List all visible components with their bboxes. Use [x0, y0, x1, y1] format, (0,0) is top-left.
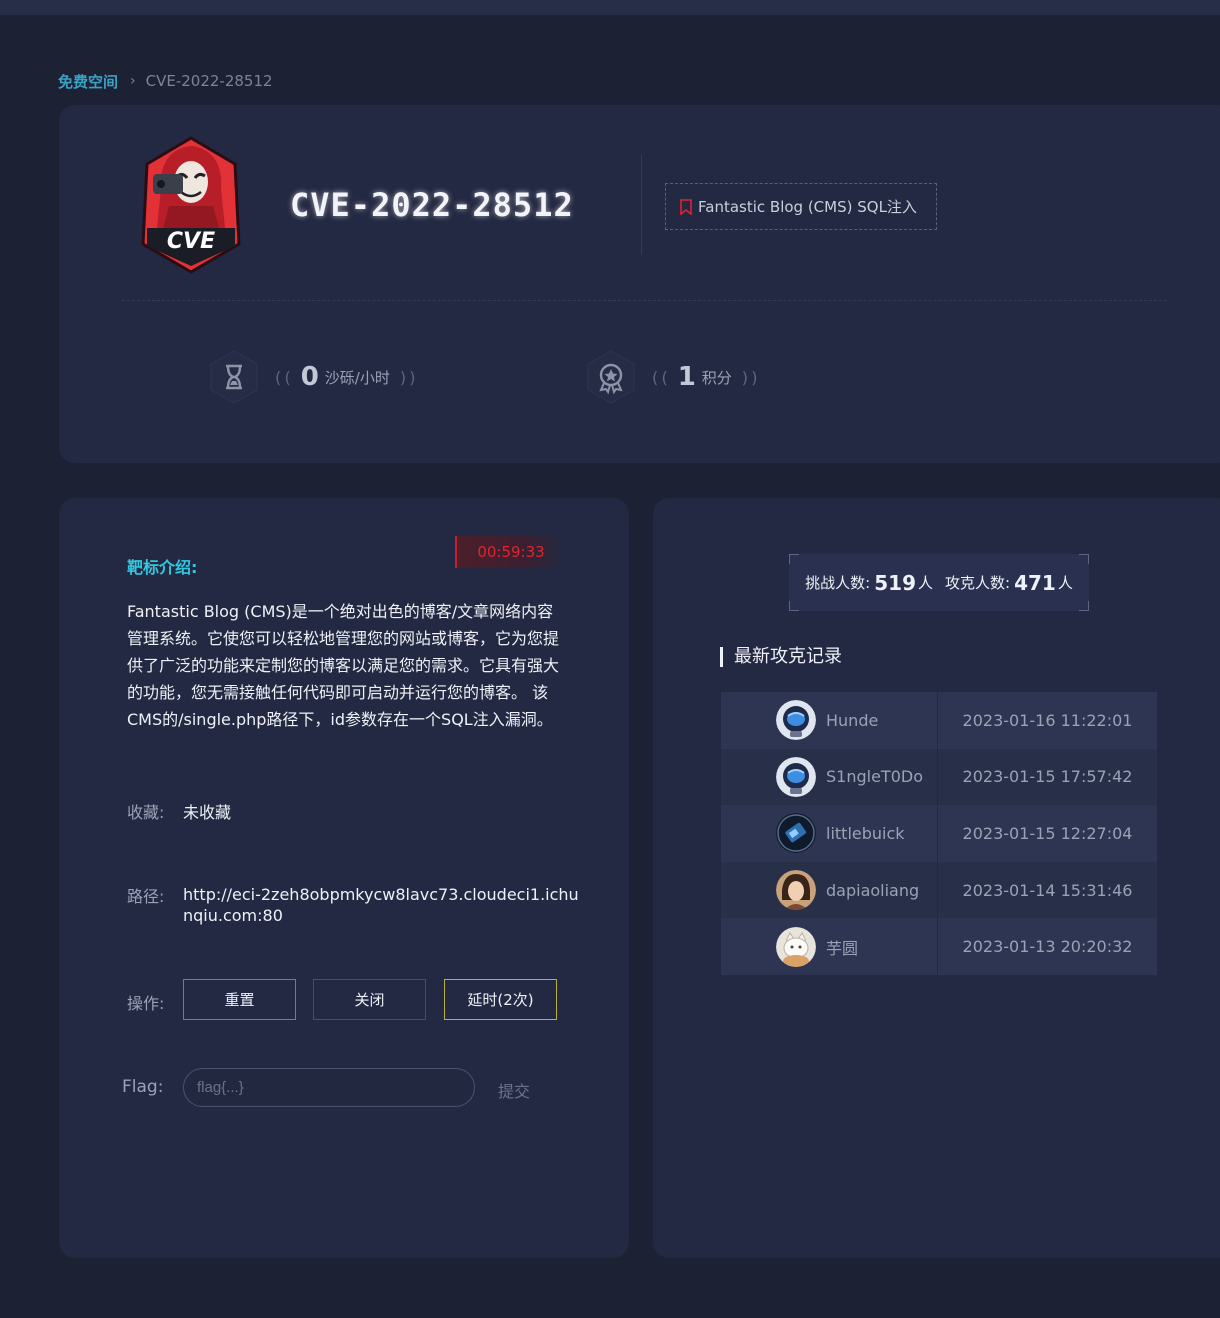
- astronaut-avatar: [776, 700, 816, 741]
- top-bar: [0, 0, 1220, 15]
- record-username[interactable]: S1ngleT0Do: [826, 767, 923, 786]
- medal-icon: [584, 350, 638, 404]
- path-label: 路径:: [127, 887, 165, 906]
- record-username[interactable]: littlebuick: [826, 824, 905, 843]
- records-table: Hunde 2023-01-16 11:22:01 S1ngleT0Do 202…: [721, 692, 1157, 975]
- favorite-label: 收藏:: [127, 803, 165, 822]
- challengers-unit: 人: [917, 574, 933, 592]
- svg-text:CVE: CVE: [167, 229, 215, 254]
- intro-text: Fantastic Blog (CMS)是一个绝对出色的博客/文章网络内容管理系…: [127, 602, 560, 729]
- hourglass-icon: [207, 350, 261, 404]
- challengers-label: 挑战人数:: [805, 574, 871, 592]
- cve-logo: CVE: [139, 136, 243, 274]
- table-row: Hunde 2023-01-16 11:22:01: [721, 692, 1157, 749]
- points-value: 1: [677, 362, 696, 392]
- table-row: littlebuick 2023-01-15 12:27:04: [721, 805, 1157, 862]
- header-divider: [641, 155, 642, 255]
- challenge-title: CVE-2022-28512: [290, 186, 574, 224]
- record-time: 2023-01-15 17:57:42: [962, 767, 1133, 787]
- points-unit: 积分: [701, 368, 732, 387]
- solvers-unit: 人: [1057, 574, 1073, 592]
- vulnerability-tag[interactable]: Fantastic Blog (CMS) SQL注入: [665, 183, 937, 230]
- favorite-toggle[interactable]: 未收藏: [183, 799, 231, 823]
- breadcrumb: 免费空间 › CVE-2022-28512: [58, 69, 273, 93]
- record-time: 2023-01-13 20:20:32: [962, 937, 1133, 957]
- sand-reward-unit: 沙砾/小时: [324, 368, 390, 387]
- record-username[interactable]: Hunde: [826, 711, 878, 730]
- record-time: 2023-01-16 11:22:01: [962, 710, 1133, 730]
- header-separator: [122, 300, 1167, 301]
- target-path-link[interactable]: http://eci-2zeh8obpmkycw8lavc73.cloudeci…: [183, 884, 583, 926]
- vulnerability-tag-label: Fantastic Blog (CMS) SQL注入: [698, 198, 917, 216]
- records-title: 最新攻克记录: [720, 647, 842, 667]
- flag-input[interactable]: [183, 1068, 475, 1107]
- participant-counter: 挑战人数: 519 人 攻克人数: 471 人: [789, 554, 1089, 611]
- sand-reward-value: 0: [300, 362, 319, 392]
- points-stat: ( ( 1 积分 ) ): [584, 350, 757, 404]
- submit-button[interactable]: 提交: [498, 1078, 530, 1102]
- flag-label: Flag:: [122, 1077, 164, 1097]
- record-username[interactable]: dapiaoliang: [826, 881, 919, 900]
- close-button[interactable]: 关闭: [313, 979, 426, 1020]
- record-username[interactable]: 芋圆: [826, 935, 858, 959]
- breadcrumb-current: CVE-2022-28512: [145, 72, 273, 90]
- table-row: 芋圆 2023-01-13 20:20:32: [721, 918, 1157, 975]
- breadcrumb-chevron-icon: ›: [130, 73, 136, 89]
- countdown-timer: 00:59:33: [455, 536, 565, 568]
- delay-button[interactable]: 延时(2次): [444, 979, 557, 1020]
- intro-label: 靶标介绍:: [127, 558, 198, 577]
- solvers-label: 攻克人数:: [945, 574, 1011, 592]
- record-time: 2023-01-14 15:31:46: [962, 880, 1133, 900]
- phone-avatar: [776, 813, 816, 854]
- challengers-count: 519: [874, 570, 916, 595]
- bookmark-icon: [680, 198, 692, 216]
- reset-button[interactable]: 重置: [183, 979, 296, 1020]
- cat-avatar: [776, 926, 816, 967]
- record-time: 2023-01-15 12:27:04: [962, 823, 1133, 843]
- actions-label: 操作:: [127, 994, 165, 1013]
- portrait-avatar: [776, 870, 816, 911]
- breadcrumb-root-link[interactable]: 免费空间: [58, 71, 118, 92]
- table-row: S1ngleT0Do 2023-01-15 17:57:42: [721, 748, 1157, 806]
- table-row: dapiaoliang 2023-01-14 15:31:46: [721, 861, 1157, 919]
- solvers-count: 471: [1014, 570, 1056, 595]
- astronaut-avatar: [776, 756, 816, 797]
- sand-reward-stat: ( ( 0 沙砾/小时 ) ): [207, 350, 416, 404]
